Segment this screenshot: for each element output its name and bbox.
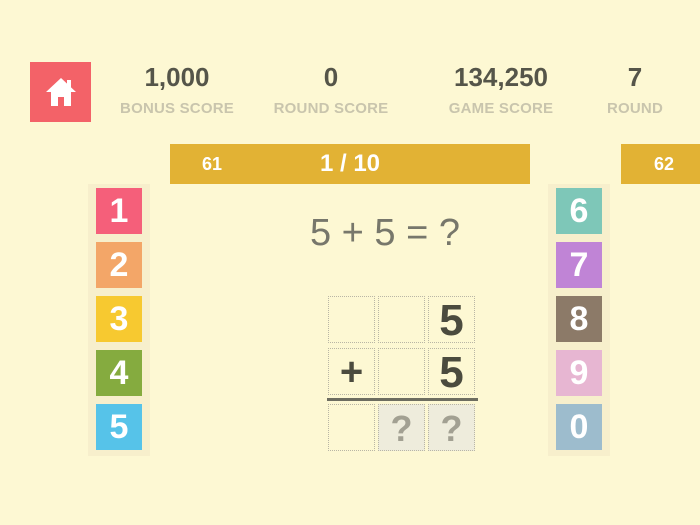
row2-cell-tens (378, 348, 425, 395)
row1-cell-tens (378, 296, 425, 343)
bonus-score-label: BONUS SCORE (120, 100, 234, 117)
key-0[interactable]: 0 (556, 404, 602, 450)
keypad-left: 1 2 3 4 5 (88, 184, 150, 456)
key-8[interactable]: 8 (556, 296, 602, 342)
game-score: 134,250 GAME SCORE (434, 60, 568, 117)
answer-cell-hundreds[interactable] (328, 404, 375, 451)
key-6[interactable]: 6 (556, 188, 602, 234)
home-icon (45, 78, 76, 106)
round-score-value: 0 (323, 62, 339, 92)
answer-cell-tens[interactable]: ? (378, 404, 425, 451)
next-level: 62 (654, 154, 675, 174)
row2-cell-ones: 5 (428, 348, 475, 396)
key-4[interactable]: 4 (96, 350, 142, 396)
game-score-label: GAME SCORE (448, 100, 554, 117)
round: 7 ROUND (590, 60, 680, 117)
row1-cell-hundreds (328, 296, 375, 343)
game-score-value: 134,250 (454, 62, 548, 92)
sum-line (327, 398, 478, 401)
key-5[interactable]: 5 (96, 404, 142, 450)
key-1[interactable]: 1 (96, 188, 142, 234)
round-score: 0 ROUND SCORE (264, 60, 398, 117)
level-bar-next: 62 (621, 144, 700, 184)
equation-text: 5 + 5 = ? (309, 212, 460, 254)
plus-operator: + (328, 348, 375, 395)
bonus-score-value: 1,000 (144, 62, 210, 92)
round-score-label: ROUND SCORE (273, 100, 389, 117)
round-value: 7 (627, 62, 643, 92)
row1-cell-ones: 5 (428, 296, 475, 344)
bonus-score: 1,000 BONUS SCORE (110, 60, 244, 117)
round-label: ROUND (607, 100, 663, 117)
home-button[interactable] (30, 62, 91, 122)
answer-cell-ones[interactable]: ? (428, 404, 475, 451)
keypad-right: 6 7 8 9 0 (548, 184, 610, 456)
level-progress: 1 / 10 (319, 150, 381, 177)
key-7[interactable]: 7 (556, 242, 602, 288)
key-9[interactable]: 9 (556, 350, 602, 396)
key-3[interactable]: 3 (96, 296, 142, 342)
key-2[interactable]: 2 (96, 242, 142, 288)
level-bar-current: 61 1 / 10 (170, 144, 530, 184)
